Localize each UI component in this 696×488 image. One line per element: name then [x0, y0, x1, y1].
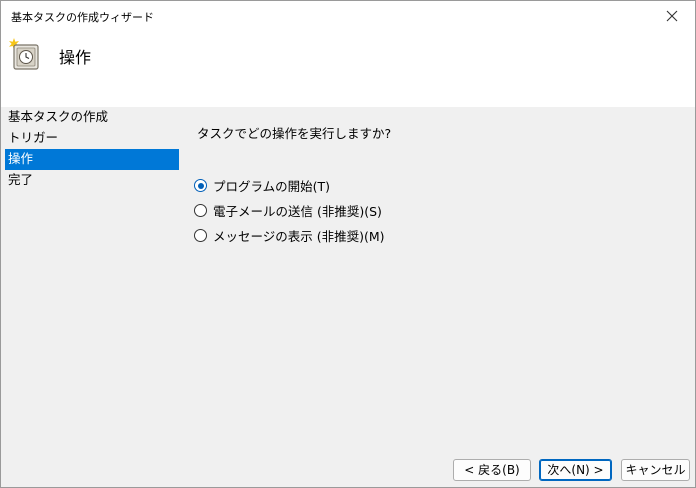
- steps-list: 基本タスクの作成 トリガー 操作 完了: [5, 107, 179, 191]
- radio-start-program[interactable]: [194, 179, 207, 192]
- option-label: 電子メールの送信 (非推奨)(S): [213, 204, 382, 219]
- close-icon: [666, 10, 678, 22]
- option-label: メッセージの表示 (非推奨)(M): [213, 229, 385, 244]
- back-button[interactable]: < 戻る(B): [453, 459, 531, 481]
- close-button[interactable]: [649, 1, 695, 31]
- action-question: タスクでどの操作を実行しますか?: [197, 126, 392, 141]
- next-button[interactable]: 次へ(N) >: [539, 459, 612, 481]
- option-start-program[interactable]: プログラムの開始(T): [194, 173, 385, 198]
- wizard-window: 基本タスクの作成ウィザード 操作 基本タスクの作成 トリガー 操作 完了 タスク…: [0, 0, 696, 488]
- step-finish: 完了: [8, 172, 34, 187]
- wizard-header: 操作: [1, 31, 695, 107]
- radio-display-message[interactable]: [194, 229, 207, 242]
- step-trigger: トリガー: [8, 130, 59, 145]
- step-create-basic-task: 基本タスクの作成: [8, 109, 109, 124]
- cancel-button[interactable]: キャンセル: [621, 459, 690, 481]
- window-title: 基本タスクの作成ウィザード: [11, 11, 154, 24]
- option-display-message[interactable]: メッセージの表示 (非推奨)(M): [194, 223, 385, 248]
- action-options: プログラムの開始(T) 電子メールの送信 (非推奨)(S) メッセージの表示 (…: [194, 173, 385, 248]
- task-scheduler-clock-icon: [9, 38, 39, 70]
- page-title: 操作: [59, 48, 92, 67]
- wizard-content: 基本タスクの作成 トリガー 操作 完了 タスクでどの操作を実行しますか? プログ…: [1, 107, 695, 487]
- step-action: 操作: [5, 149, 179, 170]
- option-send-email[interactable]: 電子メールの送信 (非推奨)(S): [194, 198, 385, 223]
- option-label: プログラムの開始(T): [213, 179, 331, 194]
- radio-send-email[interactable]: [194, 204, 207, 217]
- title-bar[interactable]: 基本タスクの作成ウィザード: [1, 1, 695, 31]
